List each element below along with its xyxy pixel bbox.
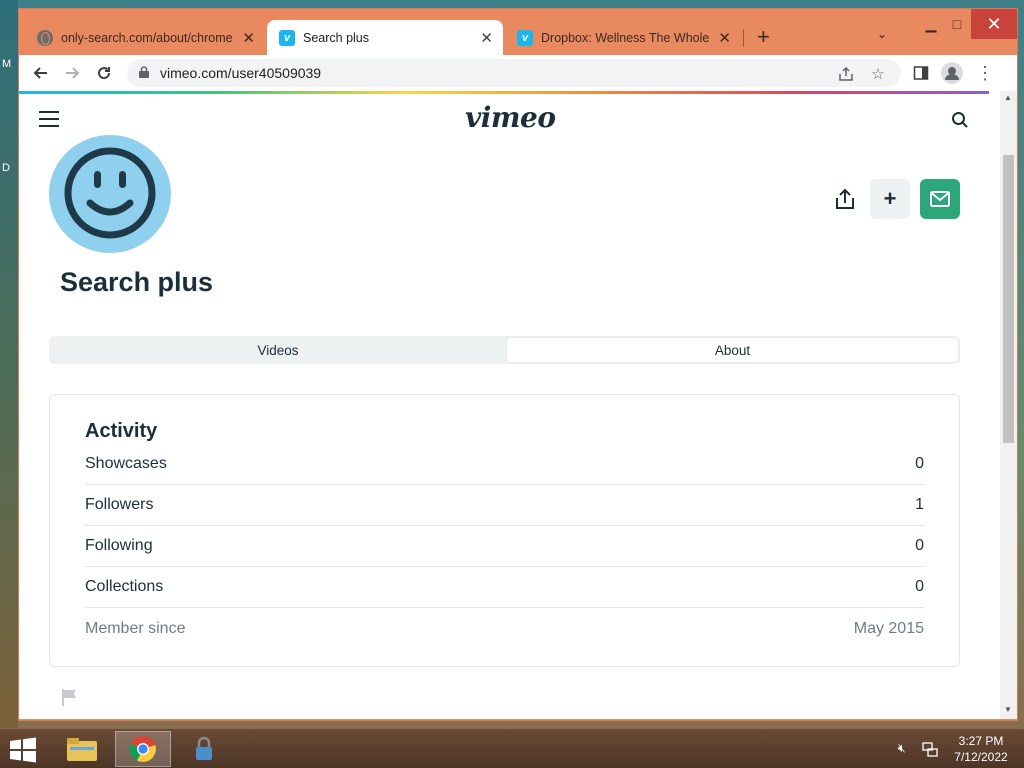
system-clock[interactable]: 3:27 PM 7/12/2022 bbox=[946, 733, 1016, 765]
taskbar: 🔇︎ 3:27 PM 7/12/2022 bbox=[0, 728, 1024, 768]
tab-videos[interactable]: Videos bbox=[51, 338, 505, 362]
close-window-button[interactable]: ✕ bbox=[971, 9, 1017, 39]
share-icon bbox=[836, 188, 854, 209]
tab-dropbox[interactable]: v Dropbox: Wellness The Whole Ti ✕ bbox=[505, 20, 741, 55]
row-value: 0 bbox=[915, 537, 924, 554]
vimeo-logo[interactable]: vimeo bbox=[465, 101, 556, 134]
vimeo-icon: v bbox=[279, 29, 295, 46]
search-icon[interactable] bbox=[951, 111, 969, 129]
share-page-icon[interactable] bbox=[837, 65, 855, 83]
lock-icon bbox=[139, 66, 149, 78]
tab-separator bbox=[743, 29, 744, 47]
side-panel-icon[interactable] bbox=[909, 61, 933, 85]
plus-icon: + bbox=[883, 186, 897, 211]
back-button[interactable] bbox=[29, 61, 53, 85]
maximize-button[interactable]: □ bbox=[939, 9, 975, 39]
forward-button[interactable] bbox=[60, 61, 84, 85]
scroll-down-arrow-icon[interactable]: ▼ bbox=[1004, 705, 1012, 714]
row-label: Showcases bbox=[85, 455, 167, 472]
desktop-icon-label: D bbox=[2, 162, 10, 174]
row-value: 1 bbox=[915, 496, 924, 513]
tab-title: Dropbox: Wellness The Whole Ti bbox=[541, 30, 713, 45]
avatar bbox=[49, 135, 171, 253]
file-explorer-taskbar-button[interactable] bbox=[54, 731, 110, 767]
tab-only-search[interactable]: only-search.com/about/chrome.h ✕ bbox=[25, 20, 265, 55]
profile-tabs: Videos About bbox=[49, 336, 960, 364]
message-button[interactable] bbox=[920, 179, 960, 219]
menu-kebab-icon[interactable]: ⋮ bbox=[973, 61, 997, 85]
activity-row-following[interactable]: Following 0 bbox=[85, 526, 924, 567]
page-viewport: vimeo + Search plus Videos About Activit… bbox=[19, 91, 1017, 719]
share-button[interactable] bbox=[825, 179, 865, 219]
smiley-face-icon bbox=[64, 147, 156, 239]
brand-stripe bbox=[19, 91, 989, 94]
scroll-thumb[interactable] bbox=[1003, 155, 1014, 443]
scroll-up-arrow-icon[interactable]: ▲ bbox=[1004, 93, 1012, 102]
row-label: Member since bbox=[85, 619, 186, 637]
add-button[interactable]: + bbox=[870, 179, 910, 219]
globe-icon bbox=[37, 29, 53, 46]
vimeo-icon: v bbox=[517, 29, 533, 46]
volume-muted-icon[interactable]: 🔇︎ bbox=[898, 741, 914, 757]
lock-app-icon bbox=[196, 736, 212, 760]
chrome-taskbar-button[interactable] bbox=[115, 731, 171, 767]
address-bar[interactable]: vimeo.com/user40509039 ☆ bbox=[127, 59, 901, 87]
tab-search-icon[interactable]: ⌄ bbox=[877, 27, 887, 41]
activity-row-collections[interactable]: Collections 0 bbox=[85, 567, 924, 608]
activity-card: Activity Showcases 0 Followers 1 Followi… bbox=[49, 394, 960, 667]
tab-title: only-search.com/about/chrome.h bbox=[61, 30, 233, 45]
desktop-icon-label: M bbox=[2, 58, 12, 70]
page-title: Search plus bbox=[60, 267, 214, 297]
tab-about[interactable]: About bbox=[507, 338, 958, 362]
clock-date: 7/12/2022 bbox=[954, 750, 1008, 764]
chrome-icon bbox=[129, 736, 156, 762]
row-label: Collections bbox=[85, 578, 164, 595]
row-label: Following bbox=[85, 537, 153, 554]
close-icon[interactable]: ✕ bbox=[242, 29, 255, 47]
desktop-background bbox=[0, 0, 18, 728]
activity-row-followers[interactable]: Followers 1 bbox=[85, 485, 924, 526]
network-icon[interactable] bbox=[922, 741, 938, 757]
folder-icon bbox=[67, 738, 97, 761]
app-taskbar-button[interactable] bbox=[176, 731, 232, 767]
bookmark-star-icon[interactable]: ☆ bbox=[869, 65, 887, 83]
activity-row-showcases[interactable]: Showcases 0 bbox=[85, 444, 924, 485]
url-text: vimeo.com/user40509039 bbox=[160, 65, 322, 81]
envelope-icon bbox=[930, 191, 950, 207]
windows-start-icon[interactable] bbox=[8, 737, 38, 763]
reload-button[interactable] bbox=[92, 61, 116, 85]
tab-strip: only-search.com/about/chrome.h ✕ v Searc… bbox=[19, 9, 1019, 55]
hamburger-menu-icon[interactable] bbox=[39, 111, 59, 127]
row-value: 0 bbox=[915, 578, 924, 595]
browser-window: only-search.com/about/chrome.h ✕ v Searc… bbox=[18, 8, 1018, 721]
activity-heading: Activity bbox=[85, 420, 158, 442]
page-scrollbar[interactable]: ▲ ▼ bbox=[1000, 91, 1017, 719]
arrow-left-icon bbox=[33, 67, 47, 79]
close-icon[interactable]: ✕ bbox=[480, 29, 493, 47]
close-icon[interactable]: ✕ bbox=[718, 29, 731, 47]
reload-icon bbox=[98, 67, 111, 80]
new-tab-button[interactable]: + bbox=[757, 24, 770, 50]
flag-icon[interactable] bbox=[61, 688, 79, 706]
tab-title: Search plus bbox=[303, 30, 370, 45]
row-value: May 2015 bbox=[853, 619, 924, 637]
arrow-right-icon bbox=[66, 67, 80, 79]
row-value: 0 bbox=[915, 455, 924, 472]
profile-avatar[interactable] bbox=[940, 61, 964, 85]
row-label: Followers bbox=[85, 496, 154, 513]
browser-toolbar: vimeo.com/user40509039 ☆ ⋮ bbox=[19, 55, 1017, 91]
activity-row-member-since: Member since May 2015 bbox=[85, 608, 924, 649]
clock-time: 3:27 PM bbox=[958, 734, 1004, 748]
tab-search-plus[interactable]: v Search plus ✕ bbox=[267, 20, 503, 55]
